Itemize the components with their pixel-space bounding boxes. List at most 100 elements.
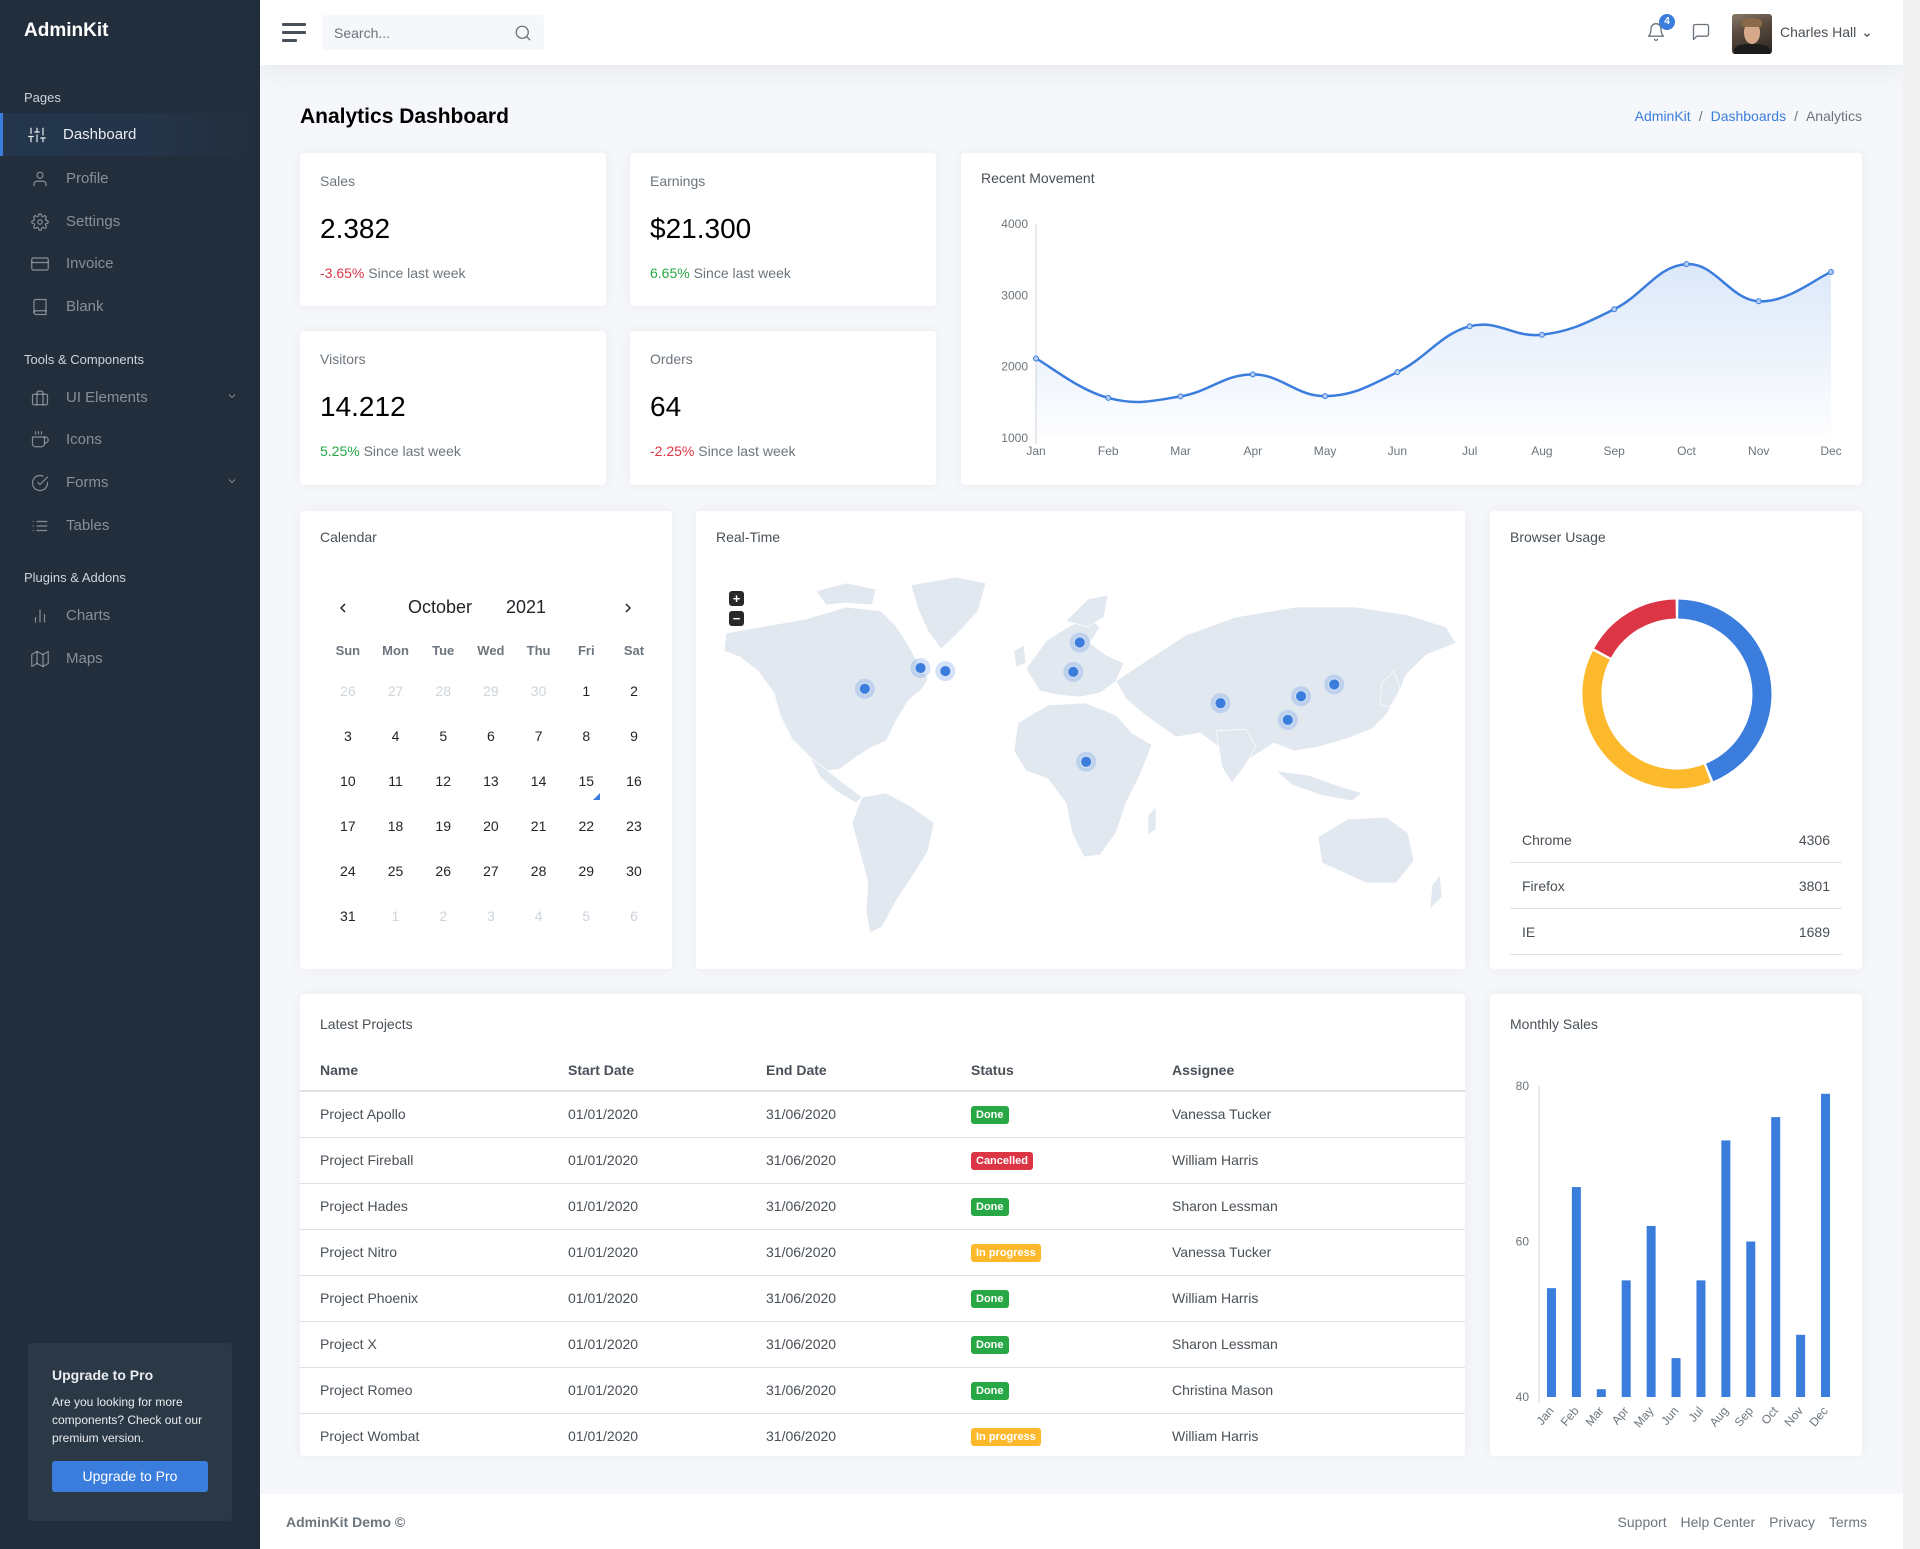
bar-jun[interactable] [1671,1358,1681,1397]
calendar-day[interactable]: 21 [515,816,563,861]
calendar-day[interactable]: 16 [610,771,658,816]
search-icon[interactable] [514,24,532,42]
calendar-day[interactable]: 1 [562,681,610,726]
calendar-day[interactable]: 19 [419,816,467,861]
map-marker[interactable] [1076,751,1097,772]
world-map[interactable] [696,571,1465,951]
calendar-day[interactable]: 1 [372,906,420,951]
calendar-day[interactable]: 26 [324,681,372,726]
bar-mar[interactable] [1596,1389,1606,1397]
calendar-day[interactable]: 29 [467,681,515,726]
bar-dec[interactable] [1821,1093,1831,1397]
upgrade-button[interactable]: Upgrade to Pro [52,1461,208,1492]
calendar-day[interactable]: 22 [562,816,610,861]
column-header-status[interactable]: Status [971,1050,1172,1092]
sidebar-item-ui-elements[interactable]: UI Elements [0,376,260,419]
table-row[interactable]: Project X 01/01/2020 31/06/2020 Done Sharon … [300,1321,1465,1368]
data-point[interactable] [1177,393,1184,400]
sidebar-item-invoice[interactable]: Invoice [0,242,260,285]
calendar-day[interactable]: 14 [515,771,563,816]
calendar-day[interactable]: 4 [515,906,563,951]
user-name[interactable]: Charles Hall [1780,24,1856,40]
bar-jul[interactable] [1696,1280,1706,1397]
bar-nov[interactable] [1796,1334,1806,1397]
page-scrollbar[interactable] [1903,0,1920,1549]
map-marker[interactable] [910,658,931,679]
calendar-day[interactable]: 15 [562,771,610,816]
sidebar-item-maps[interactable]: Maps [0,637,260,680]
calendar-day[interactable]: 25 [372,861,420,906]
column-header-end-date[interactable]: End Date [766,1050,971,1092]
calendar-day[interactable]: 11 [372,771,420,816]
data-point[interactable] [1611,306,1618,313]
calendar-day[interactable]: 23 [610,816,658,861]
avatar[interactable] [1732,14,1772,54]
calendar-day[interactable]: 3 [467,906,515,951]
data-point[interactable] [1538,331,1545,338]
data-point[interactable] [1755,298,1762,305]
calendar-day[interactable]: 30 [610,861,658,906]
bar-apr[interactable] [1621,1280,1631,1397]
sidebar-item-blank[interactable]: Blank [0,285,260,328]
column-header-assignee[interactable]: Assignee [1172,1050,1465,1092]
map-marker[interactable] [1291,686,1312,707]
calendar-day[interactable]: 4 [372,726,420,771]
table-row[interactable]: Project Nitro 01/01/2020 31/06/2020 In prog… [300,1229,1465,1276]
calendar-day[interactable]: 28 [419,681,467,726]
bar-aug[interactable] [1721,1140,1731,1397]
calendar-day[interactable]: 26 [419,861,467,906]
brand-logo[interactable]: AdminKit [24,20,108,42]
data-point[interactable] [1322,393,1329,400]
message-icon[interactable] [1691,22,1711,42]
calendar-day[interactable]: 8 [562,726,610,771]
calendar-year[interactable]: 2021 [506,597,546,618]
pie-slice-ie[interactable] [1594,599,1677,658]
bar-sep[interactable] [1746,1241,1756,1398]
calendar-month[interactable]: October [408,597,472,618]
footer-link-privacy[interactable]: Privacy [1769,1514,1815,1530]
calendar-day[interactable]: 30 [515,681,563,726]
calendar-day[interactable]: 12 [419,771,467,816]
calendar-day[interactable]: 6 [610,906,658,951]
calendar-day[interactable]: 27 [467,861,515,906]
sidebar-item-icons[interactable]: Icons [0,418,260,461]
data-point[interactable] [1105,394,1112,401]
calendar-day[interactable]: 17 [324,816,372,861]
sidebar-item-forms[interactable]: Forms [0,461,260,504]
bar-may[interactable] [1646,1225,1656,1397]
footer-link-help-center[interactable]: Help Center [1680,1514,1755,1530]
calendar-day[interactable]: 20 [467,816,515,861]
table-row[interactable]: Project Fireball 01/01/2020 31/06/2020 Canc… [300,1137,1465,1184]
chevron-right-icon[interactable] [620,600,636,616]
column-header-name[interactable]: Name [300,1050,568,1092]
calendar-day[interactable]: 18 [372,816,420,861]
breadcrumb-link-dashboards[interactable]: Dashboards [1711,108,1787,124]
footer-link-terms[interactable]: Terms [1829,1514,1867,1530]
sidebar-item-profile[interactable]: Profile [0,157,260,200]
map-marker[interactable] [1063,661,1084,682]
bar-jan[interactable] [1546,1288,1556,1397]
sidebar-item-charts[interactable]: Charts [0,594,260,637]
sidebar-item-tables[interactable]: Tables [0,504,260,547]
calendar-day[interactable]: 2 [419,906,467,951]
table-row[interactable]: Project Hades 01/01/2020 31/06/2020 Done Sha… [300,1183,1465,1230]
data-point[interactable] [1249,371,1256,378]
chevron-down-icon[interactable] [1862,27,1872,38]
table-row[interactable]: Project Phoenix 01/01/2020 31/06/2020 Done W… [300,1275,1465,1322]
sidebar-item-dashboard[interactable]: Dashboard [0,113,260,156]
pie-slice-chrome[interactable] [1677,599,1772,782]
chevron-left-icon[interactable] [335,600,351,616]
pie-slice-firefox[interactable] [1582,651,1711,789]
calendar-day[interactable]: 24 [324,861,372,906]
data-point[interactable] [1394,369,1401,376]
sidebar-item-settings[interactable]: Settings [0,200,260,243]
calendar-day[interactable]: 5 [562,906,610,951]
calendar-day[interactable]: 3 [324,726,372,771]
calendar-day[interactable]: 31 [324,906,372,951]
table-row[interactable]: Project Romeo 01/01/2020 31/06/2020 Done Chr… [300,1367,1465,1414]
data-point[interactable] [1828,269,1834,276]
calendar-day[interactable]: 5 [419,726,467,771]
sidebar-toggle-icon[interactable] [282,23,306,43]
calendar-day[interactable]: 9 [610,726,658,771]
calendar-day[interactable]: 6 [467,726,515,771]
